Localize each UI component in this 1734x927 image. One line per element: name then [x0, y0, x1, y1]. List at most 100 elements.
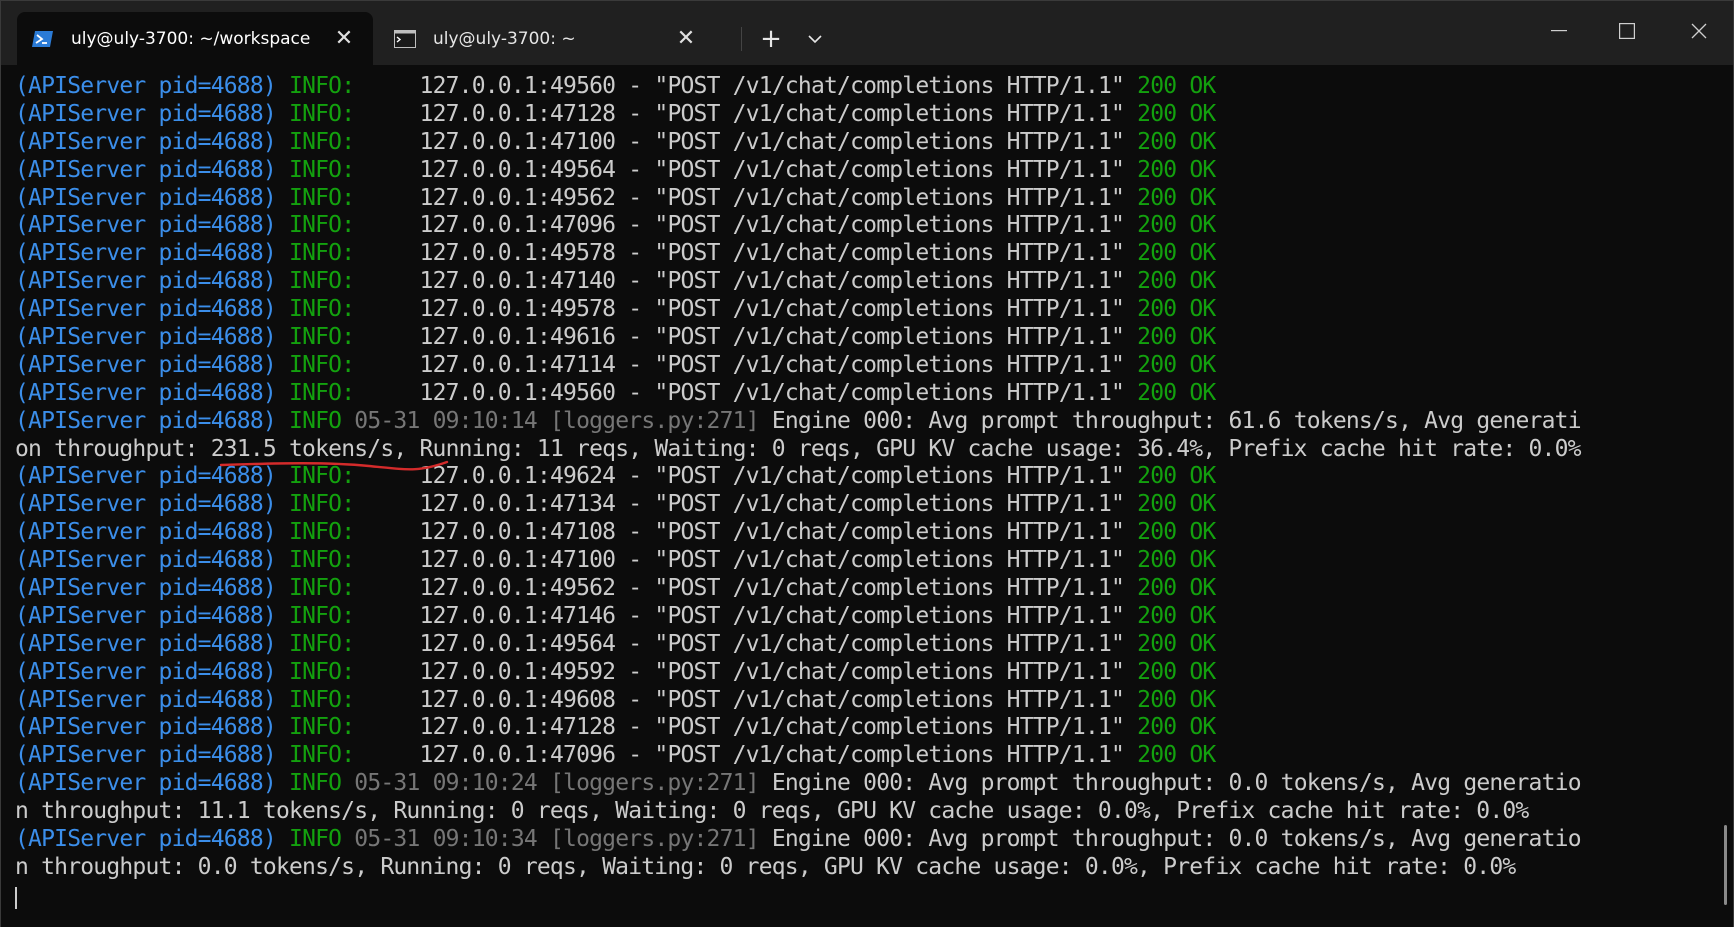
log-line: (APIServer pid=4688) INFO: 127.0.0.1:495…	[15, 240, 1216, 267]
log-pid: (APIServer pid=4688)	[15, 742, 277, 769]
log-timestamp: 05-31 09:10:34 [loggers.py:271]	[354, 826, 759, 853]
log-status: 200 OK	[1137, 240, 1216, 267]
log-pid: (APIServer pid=4688)	[15, 240, 277, 267]
log-metrics: Engine 000: Avg prompt throughput: 0.0 t…	[771, 770, 1582, 797]
scrollbar[interactable]	[1724, 825, 1727, 905]
log-client-address: 127.0.0.1:49616	[419, 324, 617, 351]
log-client-address: 127.0.0.1:47114	[419, 351, 617, 378]
tab-workspace[interactable]: uly@uly-3700: ~/workspace ✕	[17, 12, 373, 65]
log-level: INFO:	[289, 575, 355, 602]
log-timestamp: 05-31 09:10:24 [loggers.py:271]	[354, 770, 759, 797]
log-client-address: 127.0.0.1:47146	[419, 602, 617, 629]
tab-separator	[741, 27, 742, 51]
log-client-address: 127.0.0.1:47096	[419, 742, 617, 769]
log-client-address: 127.0.0.1:47128	[419, 714, 617, 741]
log-metrics: n throughput: 0.0 tokens/s, Running: 0 r…	[15, 853, 1516, 880]
log-request: "POST /v1/chat/completions HTTP/1.1"	[654, 296, 1125, 323]
log-lines: (APIServer pid=4688) INFO: 127.0.0.1:495…	[15, 73, 1582, 882]
log-line: n throughput: 0.0 tokens/s, Running: 0 r…	[15, 854, 1581, 882]
log-line: (APIServer pid=4688) INFO: 127.0.0.1:495…	[15, 379, 1216, 406]
log-status: 200 OK	[1137, 268, 1216, 295]
log-line: (APIServer pid=4688) INFO: 127.0.0.1:471…	[15, 519, 1216, 546]
new-tab-button[interactable]: +	[753, 21, 789, 57]
log-client-address: 127.0.0.1:47100	[419, 547, 617, 574]
log-line: (APIServer pid=4688) INFO: 127.0.0.1:495…	[15, 156, 1216, 183]
log-line: (APIServer pid=4688) INFO: 127.0.0.1:471…	[15, 268, 1216, 295]
chevron-down-icon[interactable]	[797, 21, 833, 57]
log-status: 200 OK	[1137, 519, 1216, 546]
log-pid: (APIServer pid=4688)	[15, 770, 277, 797]
log-client-address: 127.0.0.1:49564	[419, 156, 617, 183]
log-client-address: 127.0.0.1:47108	[419, 519, 617, 546]
log-request: "POST /v1/chat/completions HTTP/1.1"	[654, 742, 1125, 769]
log-level: INFO:	[289, 742, 355, 769]
log-request: "POST /v1/chat/completions HTTP/1.1"	[654, 184, 1125, 211]
minimize-button[interactable]	[1533, 9, 1585, 53]
log-status: 200 OK	[1137, 575, 1216, 602]
log-request: "POST /v1/chat/completions HTTP/1.1"	[654, 463, 1125, 490]
log-client-address: 127.0.0.1:49562	[419, 184, 617, 211]
log-status: 200 OK	[1137, 212, 1216, 239]
log-request: "POST /v1/chat/completions HTTP/1.1"	[654, 73, 1125, 99]
log-request: "POST /v1/chat/completions HTTP/1.1"	[654, 602, 1125, 629]
text-cursor	[15, 887, 17, 909]
log-status: 200 OK	[1137, 547, 1216, 574]
log-metrics: n throughput: 11.1 tokens/s, Running: 0 …	[15, 798, 1529, 825]
log-pid: (APIServer pid=4688)	[15, 212, 277, 239]
log-line: (APIServer pid=4688) INFO: 127.0.0.1:495…	[15, 630, 1216, 657]
log-level: INFO:	[289, 296, 355, 323]
log-metrics: Running: 11 reqs, Waiting: 0 reqs, GPU K…	[406, 435, 1581, 462]
log-pid: (APIServer pid=4688)	[15, 268, 277, 295]
log-status: 200 OK	[1137, 128, 1216, 155]
log-level: INFO:	[289, 491, 355, 518]
close-tab-icon[interactable]: ✕	[327, 22, 361, 56]
log-line: (APIServer pid=4688) INFO: 127.0.0.1:471…	[15, 128, 1216, 155]
log-pid: (APIServer pid=4688)	[15, 630, 277, 657]
terminal-output[interactable]: (APIServer pid=4688) INFO: 127.0.0.1:495…	[1, 65, 1733, 927]
log-status: 200 OK	[1137, 184, 1216, 211]
log-level: INFO:	[289, 519, 355, 546]
log-line: (APIServer pid=4688) INFO: 127.0.0.1:471…	[15, 602, 1216, 629]
log-status: 200 OK	[1137, 686, 1216, 713]
log-line: (APIServer pid=4688) INFO: 127.0.0.1:471…	[15, 547, 1216, 574]
tab-home[interactable]: uly@uly-3700: ~ ✕	[379, 12, 715, 65]
log-client-address: 127.0.0.1:49562	[419, 575, 617, 602]
log-metrics: on throughput:	[15, 435, 211, 462]
log-status: 200 OK	[1137, 463, 1216, 490]
log-line: (APIServer pid=4688) INFO: 127.0.0.1:471…	[15, 491, 1216, 518]
log-level: INFO:	[289, 714, 355, 741]
log-pid: (APIServer pid=4688)	[15, 491, 277, 518]
log-pid: (APIServer pid=4688)	[15, 324, 277, 351]
tab-label: uly@uly-3700: ~/workspace	[71, 28, 311, 49]
log-request: "POST /v1/chat/completions HTTP/1.1"	[654, 630, 1125, 657]
log-request: "POST /v1/chat/completions HTTP/1.1"	[654, 351, 1125, 378]
log-status: 200 OK	[1137, 630, 1216, 657]
maximize-button[interactable]	[1601, 9, 1653, 53]
red-underline-annotation	[219, 460, 449, 471]
log-level: INFO	[289, 770, 342, 797]
log-line: (APIServer pid=4688) INFO: 127.0.0.1:495…	[15, 296, 1216, 323]
log-level: INFO:	[289, 630, 355, 657]
log-status: 200 OK	[1137, 351, 1216, 378]
log-line: (APIServer pid=4688) INFO: 127.0.0.1:496…	[15, 686, 1216, 713]
log-level: INFO:	[289, 212, 355, 239]
log-status: 200 OK	[1137, 742, 1216, 769]
log-status: 200 OK	[1137, 100, 1216, 127]
log-pid: (APIServer pid=4688)	[15, 826, 277, 853]
log-line: (APIServer pid=4688) INFO: 127.0.0.1:471…	[15, 100, 1216, 127]
log-metrics: Engine 000: Avg prompt throughput: 0.0 t…	[771, 826, 1582, 853]
log-status: 200 OK	[1137, 714, 1216, 741]
log-client-address: 127.0.0.1:49578	[419, 240, 617, 267]
terminal-window: uly@uly-3700: ~/workspace ✕ uly@uly-3700…	[0, 0, 1734, 927]
log-level: INFO:	[289, 100, 355, 127]
log-request: "POST /v1/chat/completions HTTP/1.1"	[654, 212, 1125, 239]
log-status: 200 OK	[1137, 324, 1216, 351]
close-window-button[interactable]	[1673, 9, 1725, 53]
log-request: "POST /v1/chat/completions HTTP/1.1"	[654, 575, 1125, 602]
log-request: "POST /v1/chat/completions HTTP/1.1"	[654, 324, 1125, 351]
close-tab-icon[interactable]: ✕	[669, 22, 703, 56]
log-line: (APIServer pid=4688) INFO 05-31 09:10:34…	[15, 826, 1582, 854]
log-client-address: 127.0.0.1:47100	[419, 128, 617, 155]
log-client-address: 127.0.0.1:47140	[419, 268, 617, 295]
log-line: (APIServer pid=4688) INFO: 127.0.0.1:495…	[15, 73, 1216, 99]
